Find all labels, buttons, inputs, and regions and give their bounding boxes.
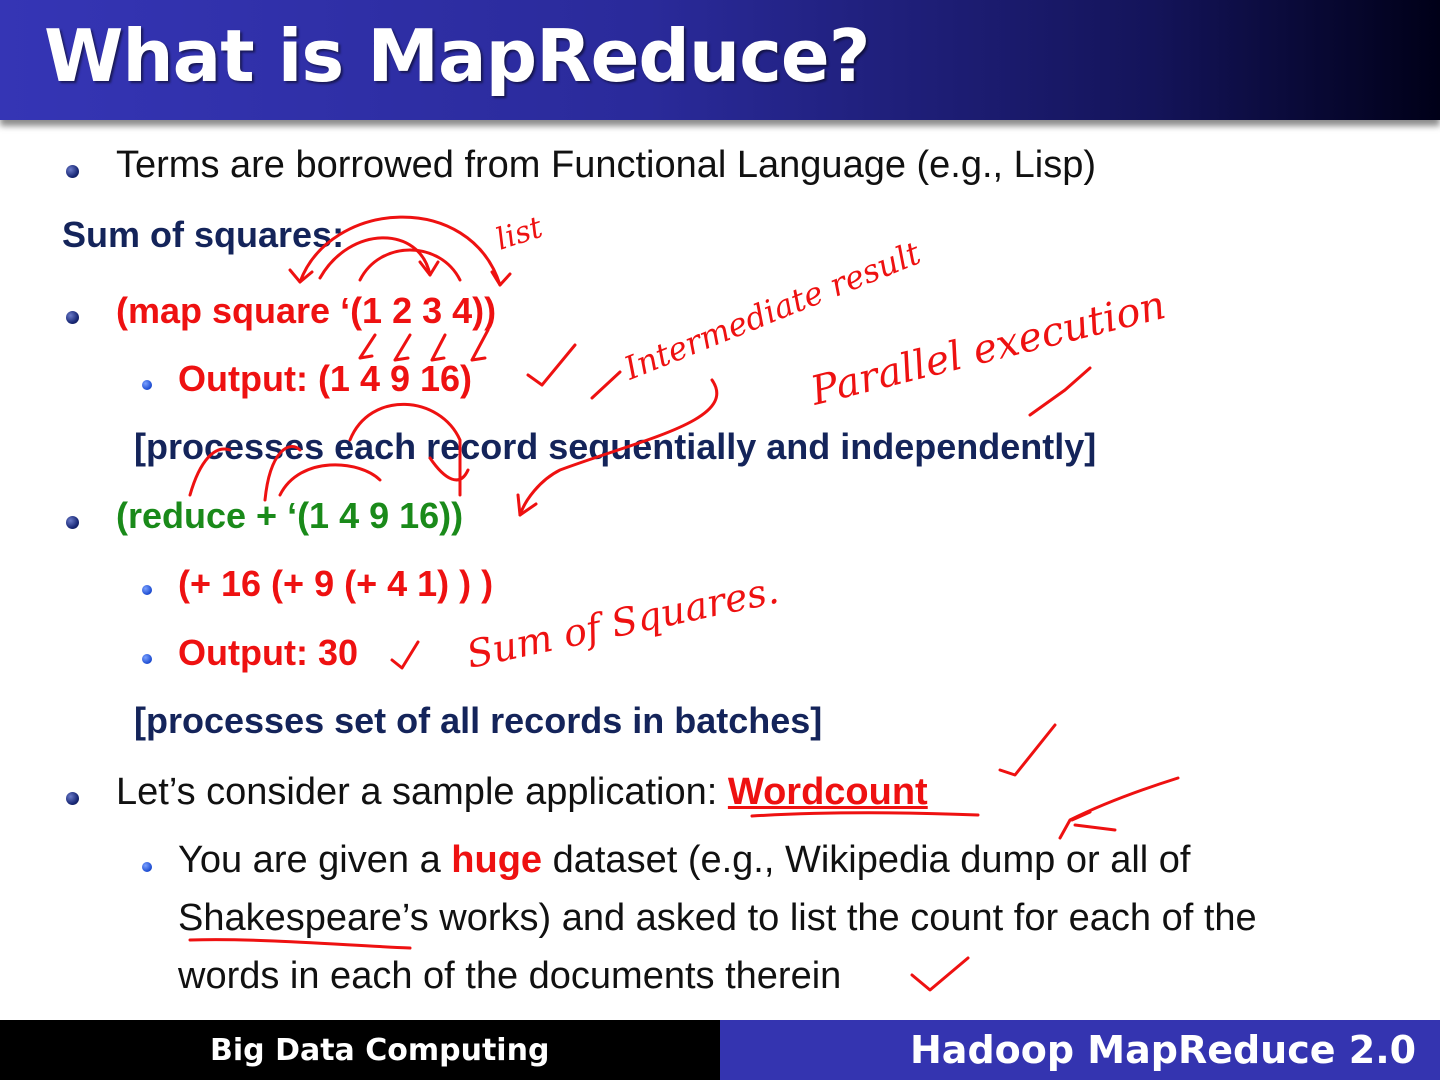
ink-arc (490, 270, 512, 287)
ink-check (910, 956, 970, 992)
wordcount-highlight: Wordcount (727, 771, 928, 813)
consider-text: Let’s consider a sample application: (116, 771, 728, 813)
ink-check (1028, 366, 1092, 417)
map-expression: (map square ‘(1 2 3 4)) (116, 290, 497, 331)
reduce-nested: (+ 16 (+ 9 (+ 4 1) ) ) (178, 563, 494, 604)
consider-line: Let’s consider a sample application: Wor… (116, 771, 928, 814)
bullet-icon (66, 516, 79, 529)
sub-bullet-icon (142, 862, 152, 872)
ink-arrow (1058, 776, 1180, 840)
given-rest: dataset (e.g., Wikipedia dump or all of (542, 839, 1191, 881)
bullet-icon (66, 311, 79, 324)
map-output: Output: (1 4 9 16) (178, 358, 473, 399)
given-line-2: Shakespeare’s works) and asked to list t… (178, 897, 1257, 939)
ink-arc (288, 268, 314, 284)
ink-arc (278, 463, 382, 497)
reduce-note: [processes set of all records in batches… (134, 700, 823, 741)
ink-arrow (358, 333, 377, 360)
bullet-icon (66, 165, 79, 178)
ink-list-label: list (492, 210, 548, 258)
given-line-1: You are given a huge dataset (e.g., Wiki… (178, 839, 1190, 882)
sub-bullet-icon (142, 585, 152, 595)
given-text: You are given a (178, 839, 452, 881)
footer-topic-name: Hadoop MapReduce 2.0 (910, 1028, 1417, 1072)
sum-of-squares-heading: Sum of squares: (62, 214, 345, 255)
ink-check (998, 723, 1057, 777)
reduce-expression: (reduce + ‘(1 4 9 16)) (116, 495, 464, 536)
given-line-3: words in each of the documents therein (178, 955, 842, 997)
sub-bullet-icon (142, 654, 152, 664)
ink-check (526, 343, 577, 387)
footer-course-name: Big Data Computing (210, 1033, 550, 1068)
map-note: [processes each record sequentially and … (134, 426, 1097, 467)
title-bar: What is MapReduce? (0, 0, 1440, 120)
huge-highlight: huge (451, 839, 543, 881)
ink-dash (590, 370, 622, 400)
ink-arc (418, 260, 440, 277)
ink-sum-squares-label: Sum of Squares. (463, 568, 783, 677)
ink-underline (188, 938, 412, 950)
sub-bullet-icon (142, 380, 152, 390)
bullet-icon (66, 792, 79, 805)
ink-parallel-label: Parallel execution (805, 282, 1170, 415)
ink-arc (358, 248, 462, 282)
ink-arrow (470, 328, 490, 362)
ink-intermediate-label: Intermediate result (618, 234, 926, 388)
ink-check (390, 640, 420, 670)
slide-title: What is MapReduce? (44, 14, 870, 98)
ink-arrow (393, 333, 412, 362)
ink-arrow (430, 333, 447, 362)
terms-line: Terms are borrowed from Functional Langu… (116, 144, 1097, 186)
reduce-output: Output: 30 (178, 632, 358, 673)
ink-arrow (516, 493, 538, 517)
